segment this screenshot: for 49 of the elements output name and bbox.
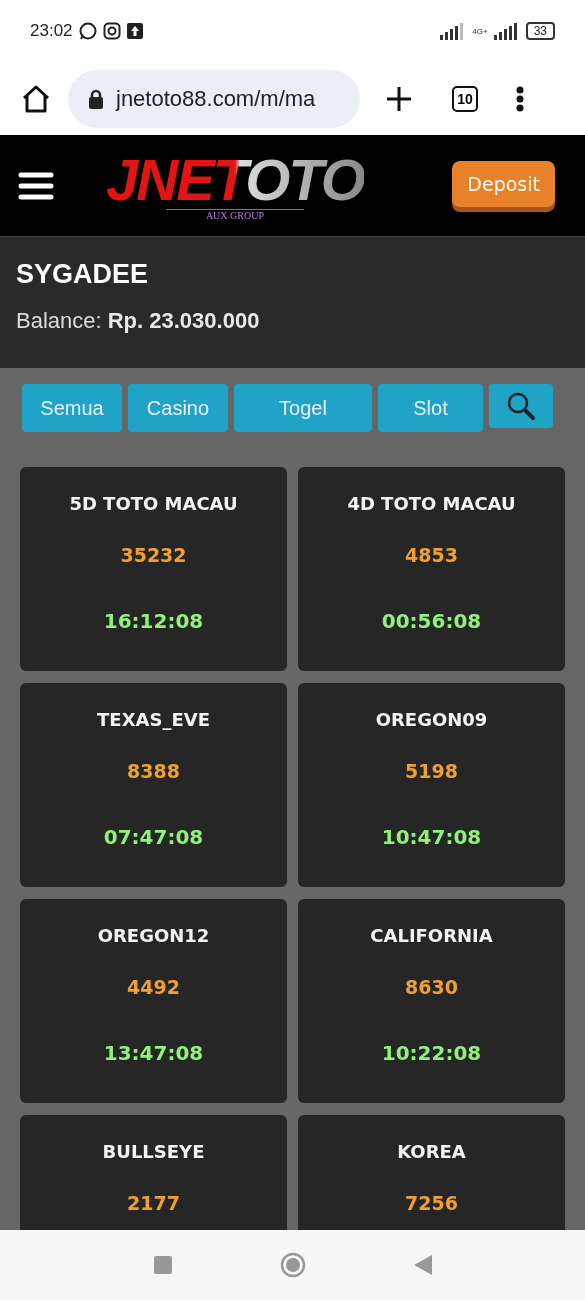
lock-icon [88, 88, 104, 109]
countdown-time: 10:47:08 [381, 825, 482, 849]
logo-tagline: AUX GROUP [165, 208, 304, 221]
market-name: CALIFORNIA [370, 925, 493, 946]
market-card[interactable]: 5D TOTO MACAU 35232 16:12:08 [20, 467, 287, 671]
market-card[interactable]: 4D TOTO MACAU 4853 00:56:08 [298, 467, 565, 671]
countdown-time: 00:56:08 [381, 609, 482, 633]
countdown-time: 07:47:08 [103, 825, 204, 849]
upload-icon [126, 23, 143, 39]
battery-level: 33 [525, 22, 555, 40]
market-name: 4D TOTO MACAU [347, 493, 516, 514]
clock-time: 23:02 [30, 21, 73, 41]
square-icon[interactable] [153, 1256, 172, 1274]
result-number: 5198 [405, 760, 458, 782]
search-icon [506, 391, 536, 421]
market-card[interactable]: BULLSEYE 2177 [20, 1115, 287, 1230]
market-name: OREGON12 [97, 925, 210, 946]
more-icon[interactable] [516, 85, 524, 112]
market-card[interactable]: OREGON12 4492 13:47:08 [20, 899, 287, 1103]
countdown-time: 16:12:08 [103, 609, 204, 633]
market-card[interactable]: KOREA 7256 [298, 1115, 565, 1230]
network-label: 4G+ [472, 26, 488, 36]
countdown-time: 10:22:08 [381, 1041, 482, 1065]
result-number: 35232 [120, 544, 187, 566]
result-number: 8630 [405, 976, 458, 998]
market-card[interactable]: CALIFORNIA 8630 10:22:08 [298, 899, 565, 1103]
market-name: 5D TOTO MACAU [69, 493, 238, 514]
market-name: KOREA [397, 1141, 466, 1162]
address-bar[interactable]: jnetoto88.com/m/ma [68, 69, 360, 128]
result-number: 7256 [405, 1192, 458, 1214]
back-icon[interactable] [413, 1255, 432, 1275]
search-button[interactable] [489, 384, 553, 428]
tab-count-button[interactable]: 10 [452, 85, 478, 112]
result-number: 8388 [127, 760, 180, 782]
market-card[interactable]: OREGON09 5198 10:47:08 [298, 683, 565, 887]
result-number: 4492 [127, 976, 180, 998]
signal-icon [493, 22, 520, 40]
balance-text: Balance: Rp. 23.030.000 [16, 308, 261, 334]
home-circle-icon[interactable] [279, 1252, 306, 1278]
countdown-time: 13:47:08 [103, 1041, 204, 1065]
plus-icon[interactable] [386, 85, 412, 112]
market-name: BULLSEYE [102, 1141, 205, 1162]
username: SYGADEE [16, 259, 150, 290]
result-number: 2177 [127, 1192, 180, 1214]
menu-icon[interactable] [18, 170, 54, 201]
market-name: TEXAS_EVE [97, 709, 210, 730]
result-number: 4853 [405, 544, 458, 566]
market-card[interactable]: TEXAS_EVE 8388 07:47:08 [20, 683, 287, 887]
market-name: OREGON09 [375, 709, 488, 730]
